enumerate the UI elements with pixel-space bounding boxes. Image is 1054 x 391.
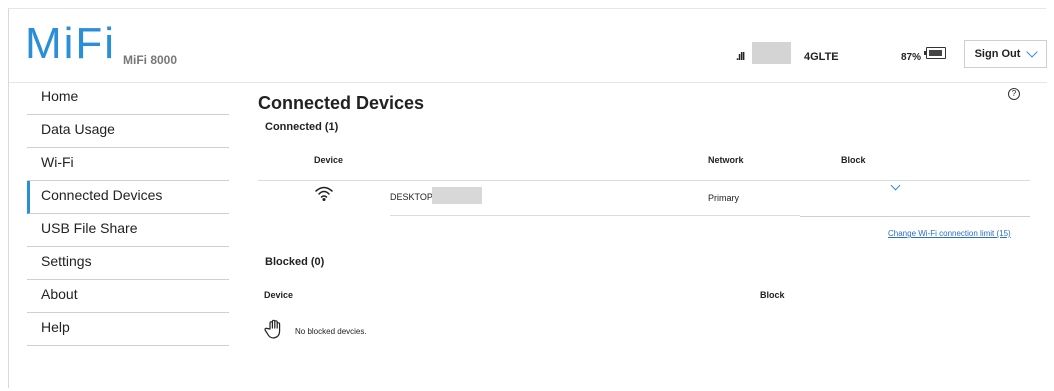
hand-stop-icon xyxy=(264,318,286,345)
no-blocked-devices-text: No blocked devcies. xyxy=(295,327,367,336)
sidebar-item-usb-file-share[interactable]: USB File Share xyxy=(27,214,229,247)
sidebar-item-about[interactable]: About xyxy=(27,280,229,313)
wifi-icon xyxy=(315,185,333,206)
blocked-col-block: Block xyxy=(760,290,785,300)
device-model: MiFi 8000 xyxy=(123,53,178,67)
connected-col-network: Network xyxy=(708,155,744,165)
blocked-col-device: Device xyxy=(264,290,294,300)
sidebar-item-wifi[interactable]: Wi-Fi xyxy=(27,148,229,181)
sidebar: Home Data Usage Wi-Fi Connected Devices … xyxy=(27,82,229,346)
connected-col-device: Device xyxy=(314,155,344,165)
row-divider xyxy=(390,215,800,216)
table-header-divider xyxy=(258,180,1030,181)
sidebar-item-settings[interactable]: Settings xyxy=(27,247,229,280)
sign-out-button[interactable]: Sign Out xyxy=(964,40,1047,68)
connected-col-block: Block xyxy=(841,155,866,165)
carrier-name-redacted xyxy=(752,42,791,64)
mifi-logo: MiFi xyxy=(25,19,117,68)
signal-strength-icon: .ıll xyxy=(736,51,745,63)
block-select-underline xyxy=(800,216,1030,217)
sign-out-label: Sign Out xyxy=(974,48,1021,60)
change-wifi-limit-link[interactable]: Change Wi-Fi connection limit (15) xyxy=(888,229,1011,238)
sidebar-item-home[interactable]: Home xyxy=(27,82,229,115)
battery-icon xyxy=(924,47,946,59)
connected-section-label: Connected (1) xyxy=(265,121,339,133)
sidebar-item-help[interactable]: Help xyxy=(27,313,229,346)
network-type: 4GLTE xyxy=(804,51,839,63)
header: MiFi MiFi 8000 .ıll 4GLTE 87% Sign Out xyxy=(9,9,1047,81)
sidebar-item-connected-devices[interactable]: Connected Devices xyxy=(27,181,229,214)
help-icon[interactable]: ? xyxy=(1008,88,1020,100)
page-title: Connected Devices xyxy=(258,93,425,113)
sidebar-item-data-usage[interactable]: Data Usage xyxy=(27,115,229,148)
device-name-redacted xyxy=(432,187,482,204)
battery-percent: 87% xyxy=(901,52,922,63)
blocked-section-label: Blocked (0) xyxy=(265,256,325,268)
chevron-down-icon xyxy=(1026,46,1039,58)
device-network: Primary xyxy=(708,193,739,203)
device-name: DESKTOP- xyxy=(390,192,436,202)
